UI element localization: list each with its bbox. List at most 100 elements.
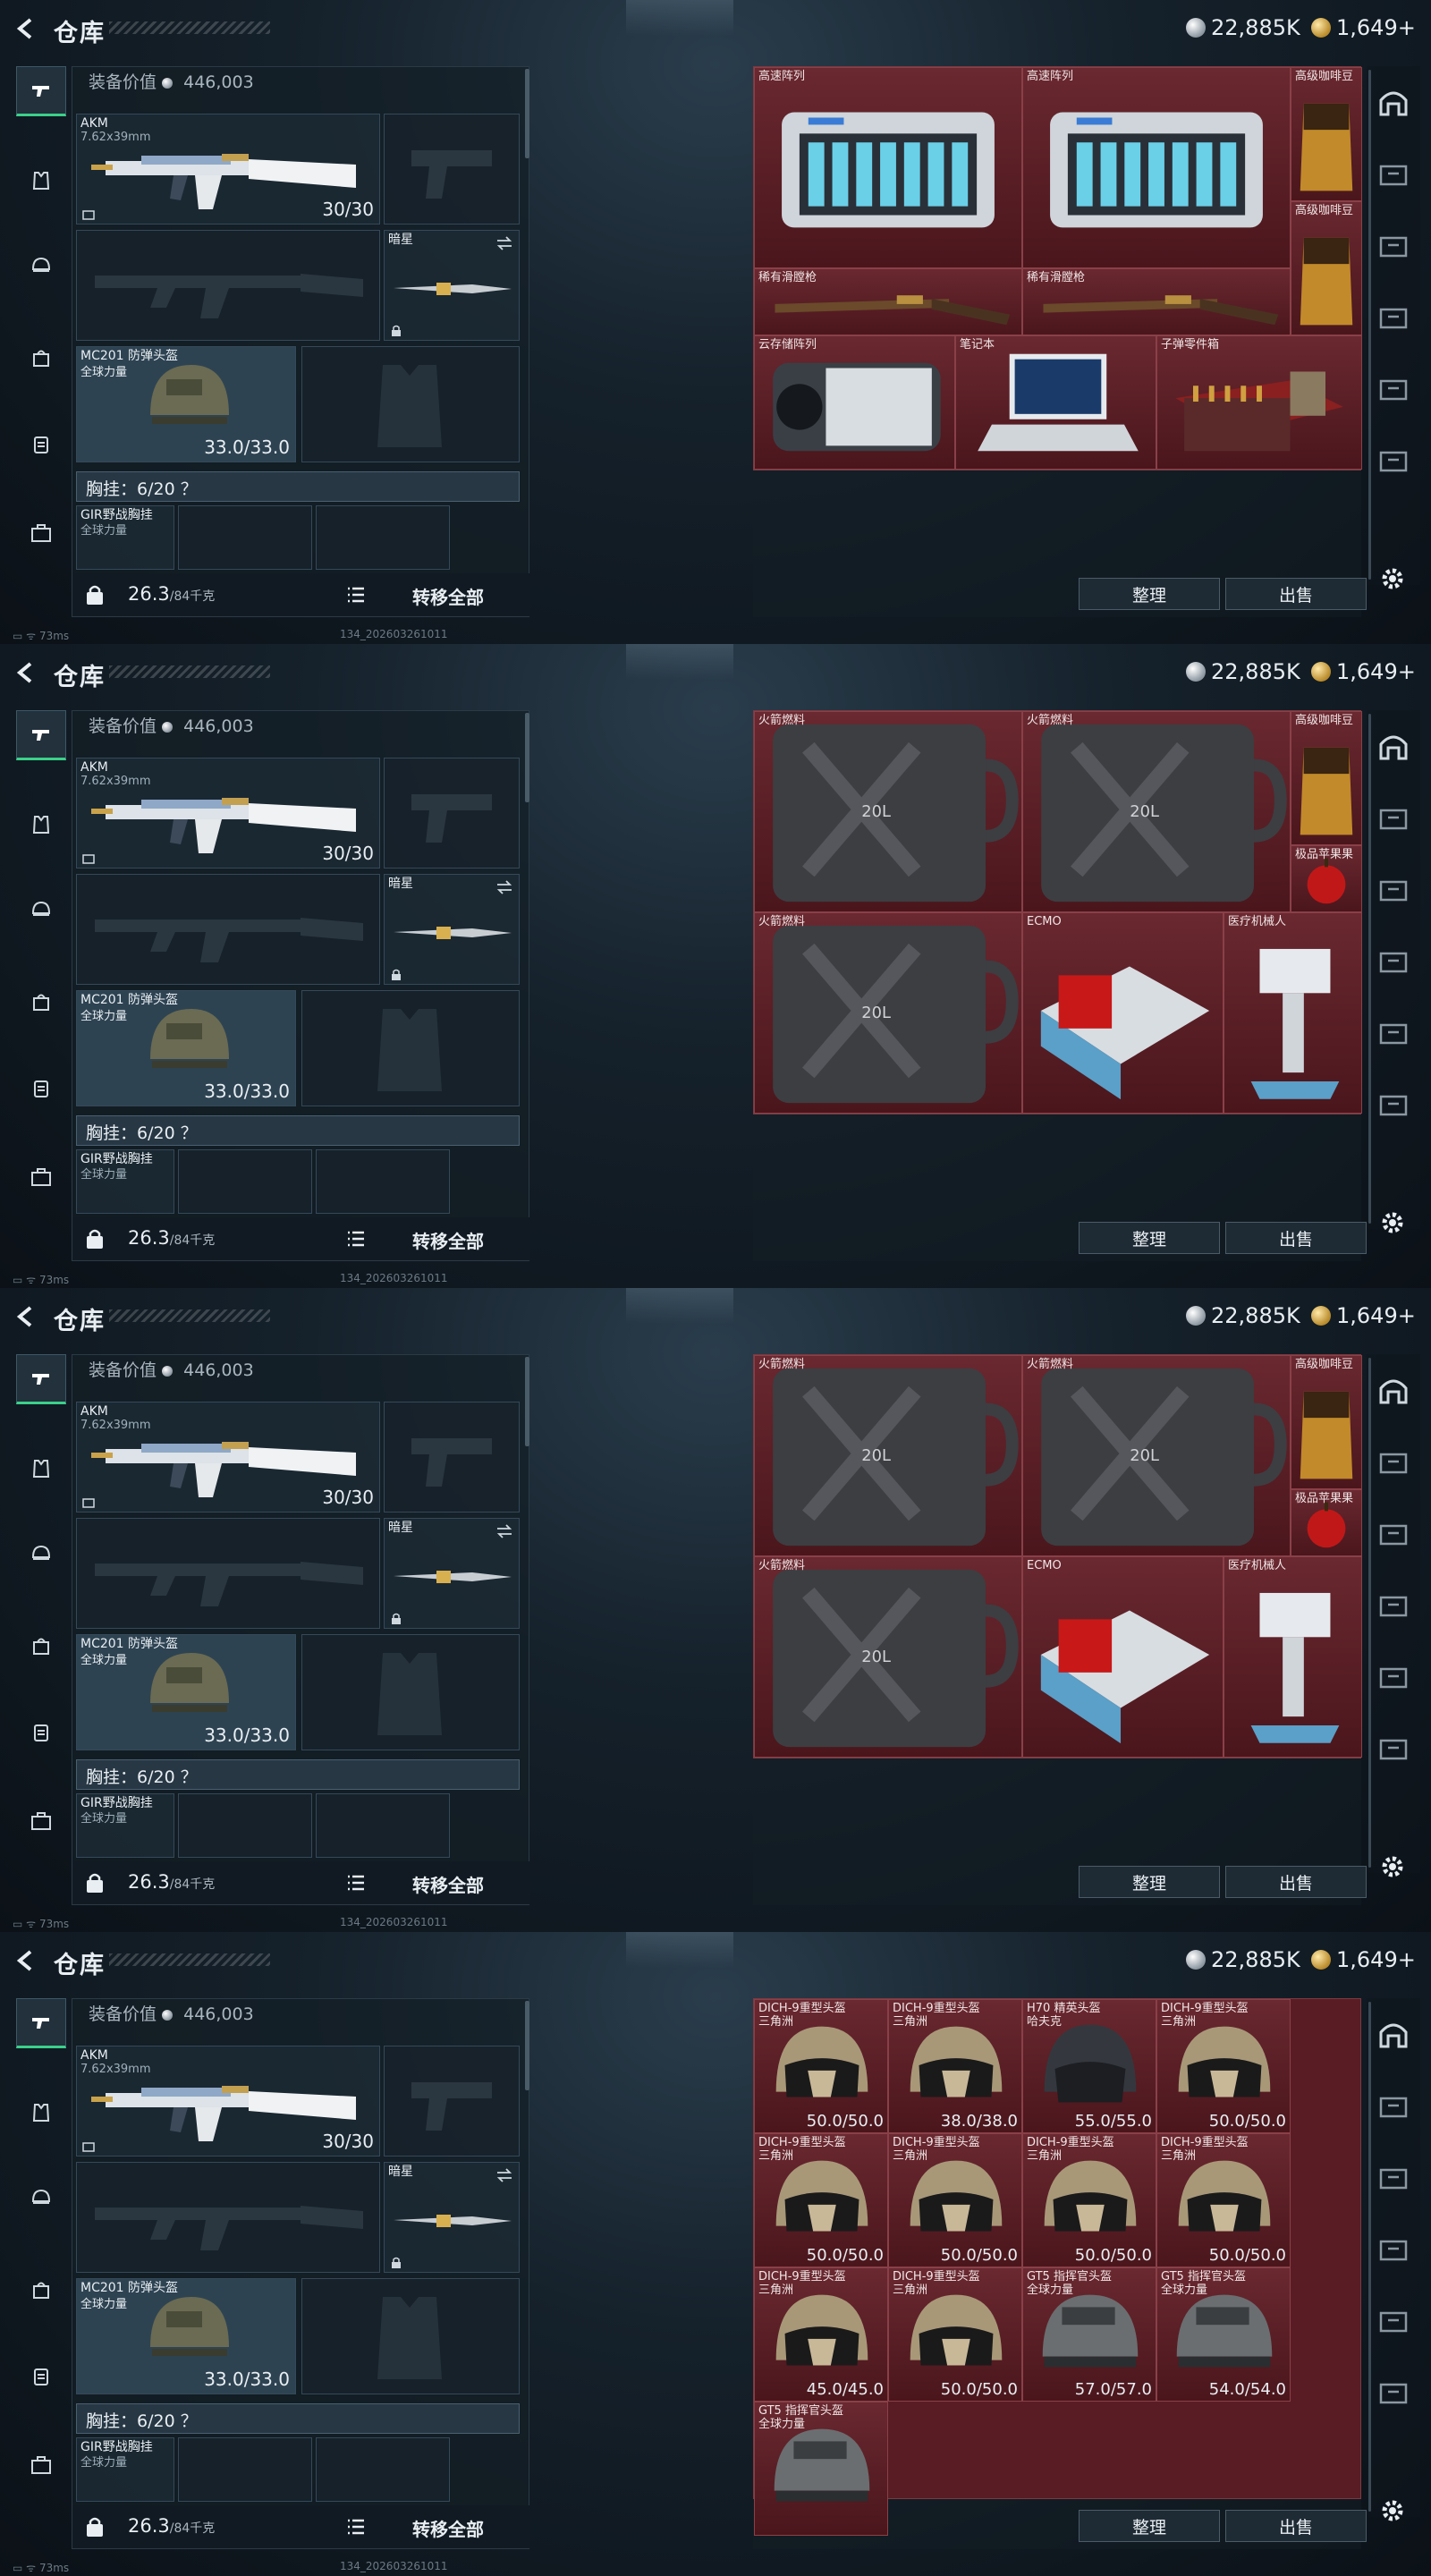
- list-icon[interactable]: [346, 2518, 366, 2536]
- storage-item[interactable]: 20L 火箭燃料: [754, 912, 1022, 1114]
- tab-storage-2[interactable]: [1376, 871, 1411, 907]
- nav-armor[interactable]: [16, 2088, 66, 2138]
- armor-slot[interactable]: [301, 2278, 520, 2394]
- armor-slot[interactable]: [301, 1634, 520, 1750]
- helmet-slot[interactable]: MC201 防弹头盔 全球力量 33.0/33.0: [76, 990, 296, 1106]
- settings-gear-icon[interactable]: [1379, 2497, 1406, 2524]
- melee-slot[interactable]: 暗星: [384, 2162, 520, 2273]
- pistol-slot[interactable]: [384, 114, 520, 225]
- sort-button[interactable]: 整理: [1079, 578, 1220, 610]
- nav-weapon[interactable]: [16, 710, 66, 760]
- nav-backpack[interactable]: [16, 419, 66, 469]
- tab-warehouse[interactable]: [1376, 2016, 1411, 2052]
- nav-armor[interactable]: [16, 1444, 66, 1494]
- storage-item[interactable]: 20L 火箭燃料: [754, 1556, 1022, 1758]
- list-icon[interactable]: [346, 1230, 366, 1248]
- nav-helmet[interactable]: [16, 2174, 66, 2224]
- tabs-scrollbar[interactable]: [1368, 2002, 1371, 2512]
- storage-item[interactable]: 稀有滑膛枪: [754, 268, 1022, 335]
- nav-case[interactable]: [16, 508, 66, 558]
- tab-storage-2[interactable]: [1376, 227, 1411, 263]
- tab-warehouse[interactable]: [1376, 84, 1411, 120]
- transfer-all-button[interactable]: 转移全部: [412, 1227, 484, 1253]
- tab-warehouse[interactable]: [1376, 728, 1411, 764]
- storage-item[interactable]: DICH-9重型头盔 三角洲 50.0/50.0: [1022, 2133, 1156, 2267]
- rig-slot[interactable]: GIR野战胸挂 全球力量: [76, 1793, 174, 1858]
- storage-item[interactable]: ECMO: [1022, 1556, 1224, 1758]
- nav-armor[interactable]: [16, 800, 66, 850]
- nav-helmet[interactable]: [16, 886, 66, 936]
- swap-icon[interactable]: [495, 236, 513, 250]
- transfer-all-button[interactable]: 转移全部: [412, 583, 484, 609]
- nav-weapon[interactable]: [16, 1998, 66, 2048]
- storage-item[interactable]: 高级咖啡豆: [1291, 67, 1362, 201]
- chest-rig-capacity[interactable]: 胸挂：6/20 ？: [76, 471, 520, 502]
- storage-item[interactable]: DICH-9重型头盔 三角洲 38.0/38.0: [888, 1999, 1022, 2133]
- nav-helmet[interactable]: [16, 1530, 66, 1580]
- tab-storage-3[interactable]: [1376, 2231, 1411, 2267]
- storage-item[interactable]: ECMO: [1022, 912, 1224, 1114]
- gold-currency[interactable]: 1,649+: [1311, 1302, 1416, 1329]
- rig-pocket-1[interactable]: [178, 1149, 312, 1214]
- loadout-scrollbar[interactable]: [525, 1357, 529, 1446]
- nav-case[interactable]: [16, 1796, 66, 1846]
- settings-gear-icon[interactable]: [1379, 1853, 1406, 1880]
- storage-item[interactable]: 20L 火箭燃料: [754, 1355, 1022, 1556]
- storage-item[interactable]: GT5 指挥官头盔 全球力量 57.0/57.0: [1022, 2267, 1156, 2402]
- pistol-slot[interactable]: [384, 758, 520, 869]
- tab-storage-4[interactable]: [1376, 1014, 1411, 1050]
- storage-item[interactable]: 极品苹果果: [1291, 845, 1362, 912]
- helmet-slot[interactable]: MC201 防弹头盔 全球力量 33.0/33.0: [76, 1634, 296, 1750]
- helmet-slot[interactable]: MC201 防弹头盔 全球力量 33.0/33.0: [76, 346, 296, 462]
- armor-slot[interactable]: [301, 346, 520, 462]
- tab-storage-5[interactable]: [1376, 442, 1411, 478]
- storage-item[interactable]: 云存储阵列: [754, 335, 955, 470]
- helmet-slot[interactable]: MC201 防弹头盔 全球力量 33.0/33.0: [76, 2278, 296, 2394]
- secondary-weapon-slot[interactable]: [76, 2162, 380, 2273]
- settings-gear-icon[interactable]: [1379, 565, 1406, 592]
- tab-storage-1[interactable]: [1376, 2088, 1411, 2123]
- storage-item[interactable]: DICH-9重型头盔 三角洲 50.0/50.0: [754, 2133, 888, 2267]
- swap-icon[interactable]: [495, 2168, 513, 2182]
- storage-item[interactable]: 极品苹果果: [1291, 1489, 1362, 1556]
- rig-pocket-2[interactable]: [316, 505, 450, 570]
- nav-bag[interactable]: [16, 2265, 66, 2315]
- back-arrow-icon[interactable]: [14, 16, 39, 41]
- nav-weapon[interactable]: [16, 1354, 66, 1404]
- storage-item[interactable]: 医疗机械人: [1224, 1556, 1362, 1758]
- primary-weapon-slot[interactable]: AKM 7.62x39mm 30/30: [76, 2046, 380, 2157]
- sort-button[interactable]: 整理: [1079, 2510, 1220, 2542]
- secondary-weapon-slot[interactable]: [76, 1518, 380, 1629]
- tab-storage-1[interactable]: [1376, 1444, 1411, 1479]
- storage-item[interactable]: 高速阵列: [754, 67, 1022, 268]
- sell-button[interactable]: 出售: [1225, 1222, 1367, 1254]
- tab-storage-4[interactable]: [1376, 2302, 1411, 2338]
- tab-storage-1[interactable]: [1376, 156, 1411, 191]
- tab-storage-3[interactable]: [1376, 1587, 1411, 1623]
- rig-pocket-1[interactable]: [178, 505, 312, 570]
- sell-button[interactable]: 出售: [1225, 2510, 1367, 2542]
- secondary-weapon-slot[interactable]: [76, 230, 380, 341]
- nav-armor[interactable]: [16, 156, 66, 206]
- nav-case[interactable]: [16, 2440, 66, 2490]
- sell-button[interactable]: 出售: [1225, 578, 1367, 610]
- gold-currency[interactable]: 1,649+: [1311, 658, 1416, 685]
- tab-storage-5[interactable]: [1376, 2374, 1411, 2410]
- storage-item[interactable]: 高级咖啡豆: [1291, 1355, 1362, 1489]
- storage-item[interactable]: DICH-9重型头盔 三角洲 50.0/50.0: [1156, 1999, 1291, 2133]
- sell-button[interactable]: 出售: [1225, 1866, 1367, 1898]
- list-icon[interactable]: [346, 1874, 366, 1892]
- gold-currency[interactable]: 1,649+: [1311, 1946, 1416, 1973]
- pistol-slot[interactable]: [384, 1402, 520, 1513]
- nav-bag[interactable]: [16, 333, 66, 383]
- tab-storage-4[interactable]: [1376, 370, 1411, 406]
- storage-item[interactable]: DICH-9重型头盔 三角洲 50.0/50.0: [754, 1999, 888, 2133]
- nav-weapon[interactable]: [16, 66, 66, 116]
- sort-button[interactable]: 整理: [1079, 1866, 1220, 1898]
- back-arrow-icon[interactable]: [14, 1948, 39, 1973]
- gold-currency[interactable]: 1,649+: [1311, 14, 1416, 41]
- rig-slot[interactable]: GIR野战胸挂 全球力量: [76, 505, 174, 570]
- tab-warehouse[interactable]: [1376, 1372, 1411, 1408]
- list-icon[interactable]: [346, 586, 366, 604]
- melee-slot[interactable]: 暗星: [384, 874, 520, 985]
